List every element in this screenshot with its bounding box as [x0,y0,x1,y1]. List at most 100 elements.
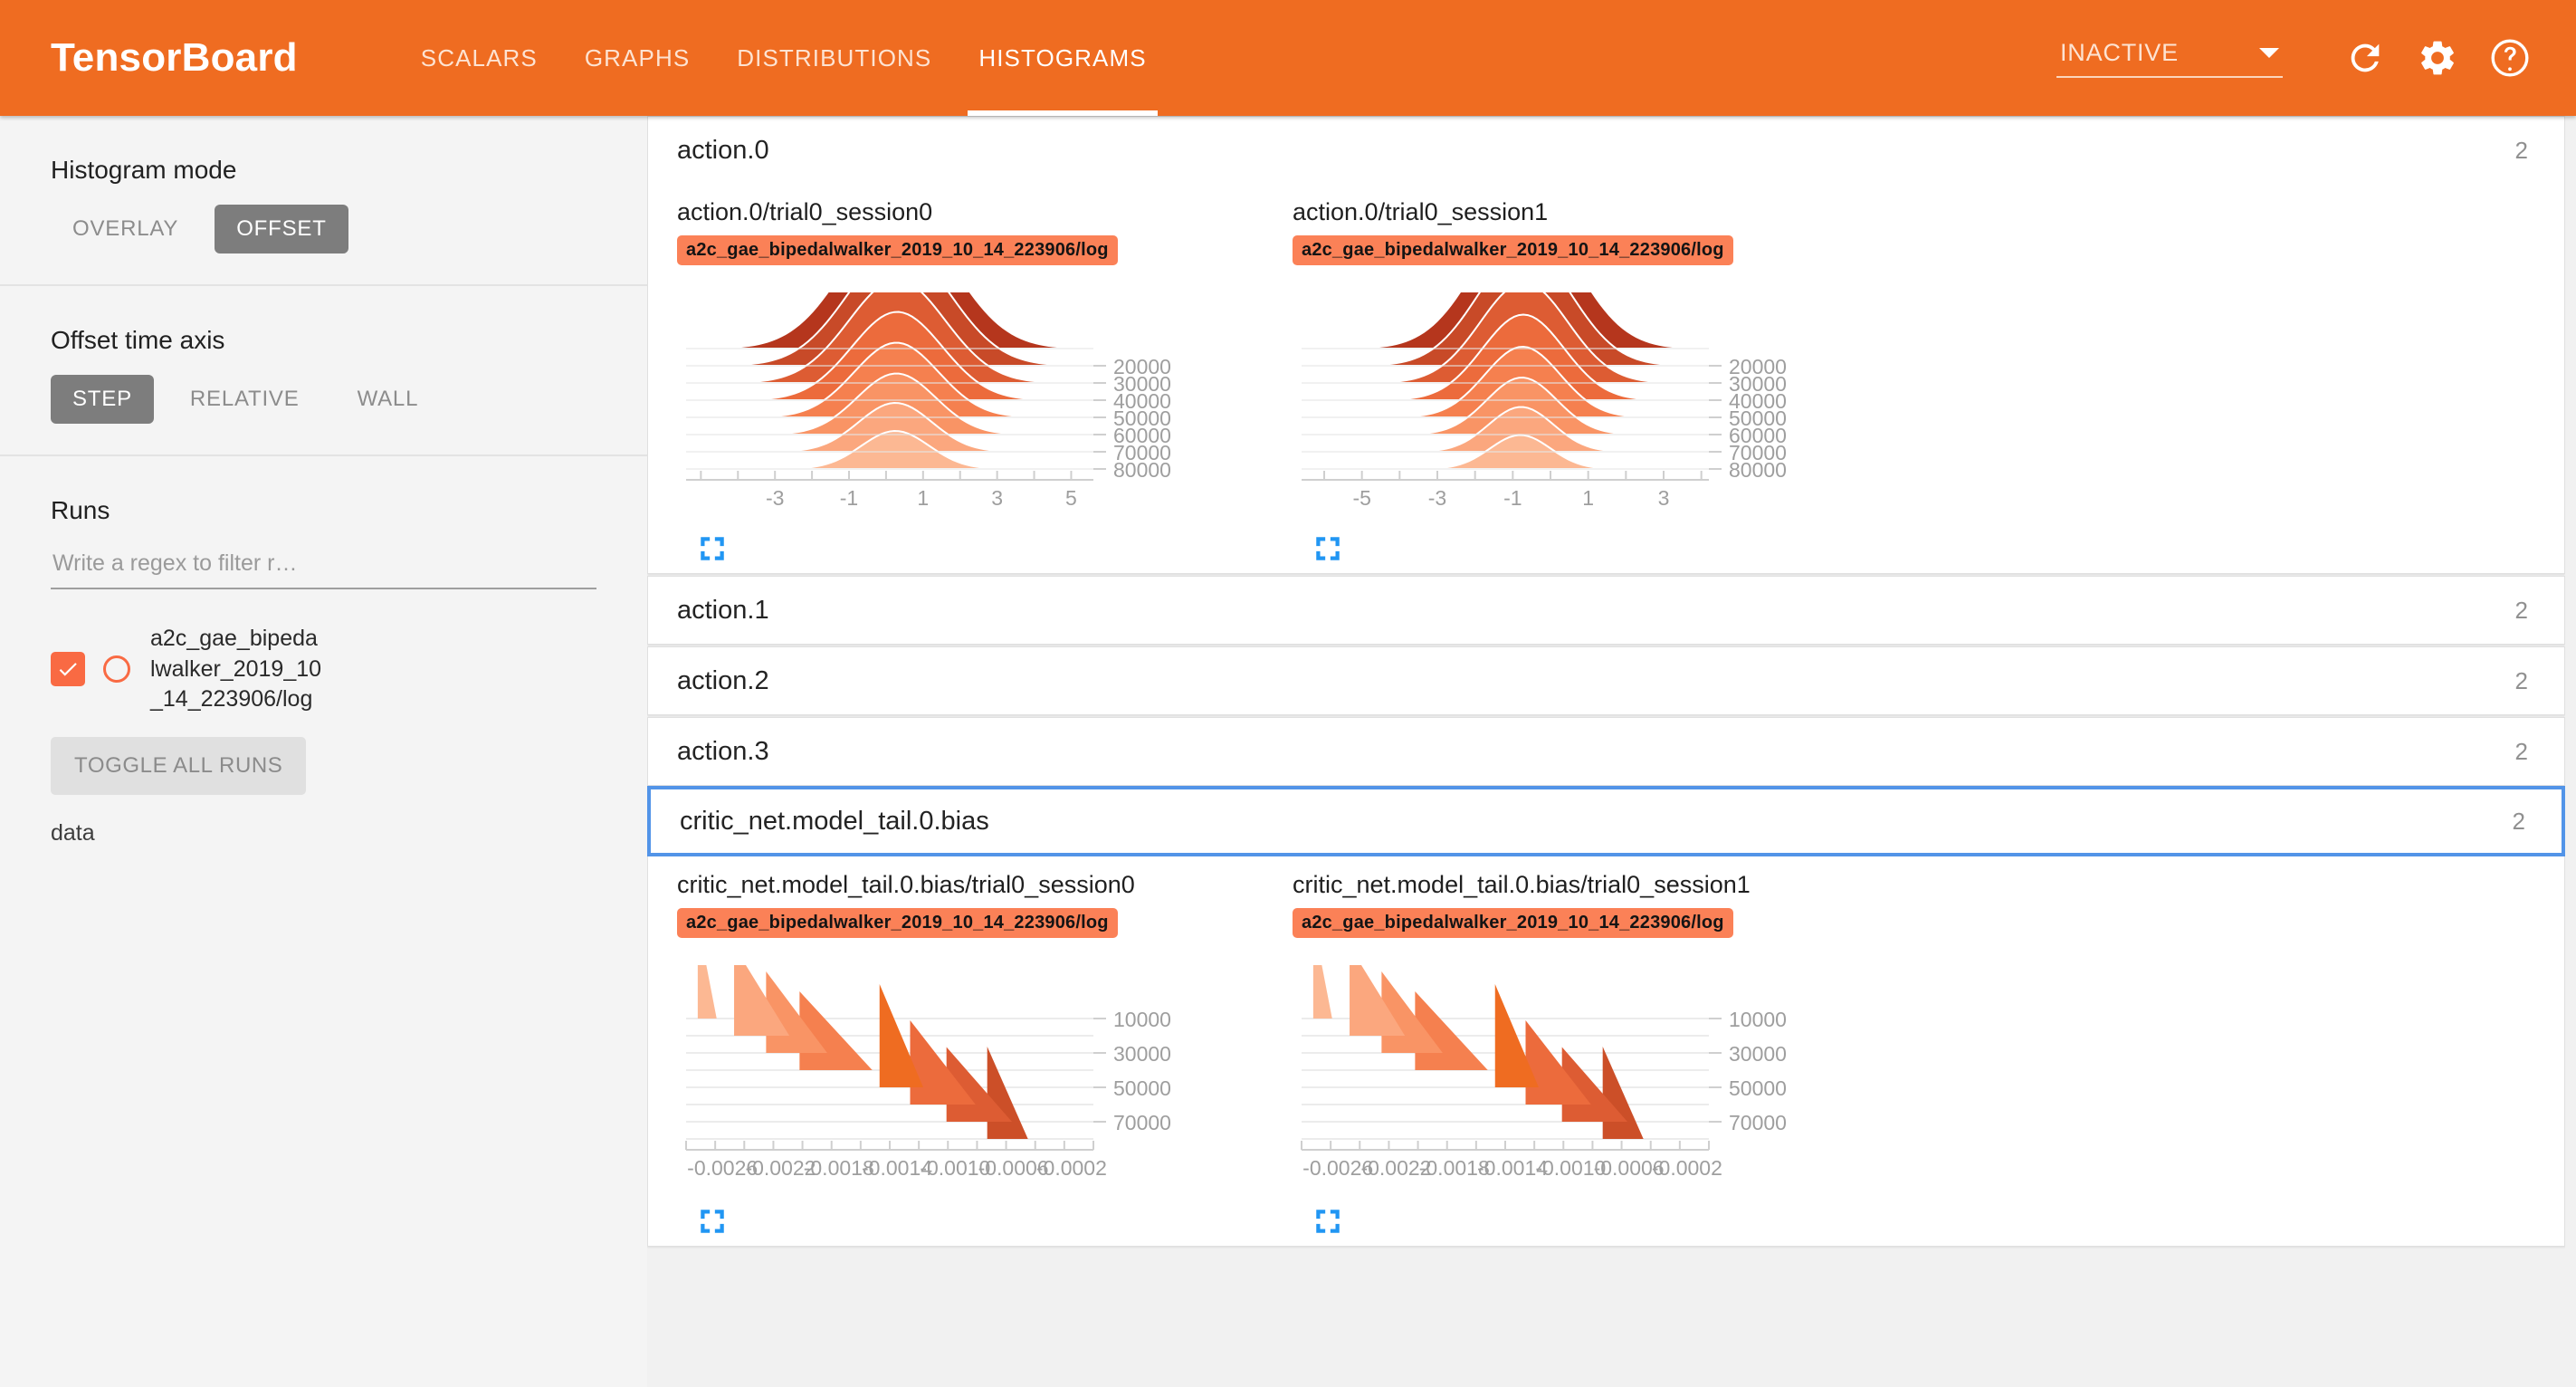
svg-text:-5: -5 [1352,486,1370,510]
svg-text:1: 1 [1582,486,1594,510]
sidebar: Histogram mode OVERLAY OFFSET Offset tim… [0,116,647,1387]
tab-scalars[interactable]: SCALARS [397,0,561,116]
tab-graphs[interactable]: GRAPHS [561,0,713,116]
card-body-critic-net-bias: critic_net.model_tail.0.bias/trial0_sess… [647,856,2565,1247]
card-title: critic_net.model_tail.0.bias [680,807,989,837]
svg-text:1: 1 [917,486,929,510]
chart-critic-bias-session0: critic_net.model_tail.0.bias/trial0_sess… [648,871,1264,1237]
app-body: Histogram mode OVERLAY OFFSET Offset tim… [0,116,2576,1387]
svg-text:10000: 10000 [1729,1008,1787,1031]
svg-text:50000: 50000 [1729,1076,1787,1100]
run-color-indicator[interactable] [103,655,130,683]
chart-action-0-session0: action.0/trial0_session0 a2c_gae_bipedal… [648,198,1264,564]
run-label: a2c_gae_bipedalwalker_2019_10_14_223906/… [150,624,322,715]
chevron-down-icon [2259,48,2279,58]
app-header: TensorBoard SCALARS GRAPHS DISTRIBUTIONS… [0,0,2576,116]
reload-status-dropdown[interactable]: INACTIVE [2056,39,2283,78]
card-header-action-0[interactable]: action.0 2 [648,117,2564,184]
help-button[interactable] [2482,30,2538,86]
svg-text:-3: -3 [1428,486,1446,510]
offset-time-axis-section: Offset time axis STEP RELATIVE WALL [0,286,647,456]
card-header-action-1[interactable]: action.1 2 [648,577,2564,644]
chart-run-chip: a2c_gae_bipedalwalker_2019_10_14_223906/… [1293,235,1733,265]
toggle-all-runs-button[interactable]: TOGGLE ALL RUNS [51,737,306,795]
runs-filter-input[interactable] [51,545,596,589]
svg-text:10000: 10000 [1113,1008,1171,1031]
chart-run-chip: a2c_gae_bipedalwalker_2019_10_14_223906/… [677,908,1118,938]
nav-tabs: SCALARS GRAPHS DISTRIBUTIONS HISTOGRAMS [397,0,1170,116]
svg-text:50000: 50000 [1113,1076,1171,1100]
card-title: action.3 [677,737,769,767]
chart-title: critic_net.model_tail.0.bias/trial0_sess… [1293,871,1879,899]
svg-text:-1: -1 [1503,486,1522,510]
svg-text:-3: -3 [766,486,784,510]
fullscreen-icon [1312,533,1343,564]
histogram-mode-section: Histogram mode OVERLAY OFFSET [0,116,647,286]
svg-text:30000: 30000 [1729,1042,1787,1066]
card-header-action-2[interactable]: action.2 2 [648,647,2564,714]
svg-text:3: 3 [991,486,1003,510]
reload-status-label: INACTIVE [2060,39,2228,67]
card-count: 2 [2515,597,2528,625]
chart-title: action.0/trial0_session1 [1293,198,1879,226]
fullscreen-icon [697,533,728,564]
svg-text:80000: 80000 [1729,458,1787,482]
run-item: a2c_gae_bipedalwalker_2019_10_14_223906/… [51,624,596,715]
fullscreen-button[interactable] [697,1206,1264,1237]
chart-action-0-session1: action.0/trial0_session1 a2c_gae_bipedal… [1264,198,1879,564]
run-checkbox[interactable] [51,652,85,686]
card-action-1: action.1 2 [647,576,2565,645]
gear-icon [2417,37,2458,79]
header-actions: INACTIVE [2056,30,2576,86]
svg-text:5: 5 [1065,486,1077,510]
card-count: 2 [2515,738,2528,766]
main-content: action.0 2 action.0/trial0_session0 a2c_… [647,116,2576,1387]
chart-title: action.0/trial0_session0 [677,198,1264,226]
tab-histograms[interactable]: HISTOGRAMS [955,0,1169,116]
ridge-plot-svg: 20000300004000050000600007000080000-3-11… [677,292,1256,519]
card-count: 2 [2515,137,2528,165]
help-icon [2488,36,2532,80]
plot-canvas[interactable]: 10000300005000070000-0.0026-0.0022-0.001… [677,965,1264,1191]
chart-area-critic-net-bias: critic_net.model_tail.0.bias/trial0_sess… [648,856,2564,1246]
offset-time-axis-title: Offset time axis [51,326,596,355]
time-axis-wall[interactable]: WALL [336,375,441,424]
card-header-action-3[interactable]: action.3 2 [648,718,2564,785]
svg-text:80000: 80000 [1113,458,1171,482]
histogram-mode-offset[interactable]: OFFSET [215,205,348,253]
fullscreen-icon [697,1206,728,1237]
plot-canvas[interactable]: 20000300004000050000600007000080000-5-3-… [1293,292,1879,519]
spike-plot-svg: 10000300005000070000-0.0026-0.0022-0.001… [1293,965,1872,1191]
fullscreen-icon [1312,1206,1343,1237]
refresh-icon [2344,37,2386,79]
svg-text:70000: 70000 [1729,1111,1787,1134]
plot-canvas[interactable]: 10000300005000070000-0.0026-0.0022-0.001… [1293,965,1879,1191]
runs-section: Runs a2c_gae_bipedalwalker_2019_10_14_22… [0,456,647,877]
settings-button[interactable] [2409,30,2466,86]
vertical-scrollbar[interactable] [2565,116,2576,1387]
chart-area-action-0: action.0/trial0_session0 a2c_gae_bipedal… [648,184,2564,573]
histogram-mode-title: Histogram mode [51,156,596,185]
time-axis-relative[interactable]: RELATIVE [168,375,321,424]
fullscreen-button[interactable] [1312,1206,1879,1237]
ridge-plot-svg: 20000300004000050000600007000080000-5-3-… [1293,292,1872,519]
card-title: action.2 [677,666,769,696]
chart-title: critic_net.model_tail.0.bias/trial0_sess… [677,871,1264,899]
plot-canvas[interactable]: 20000300004000050000600007000080000-3-11… [677,292,1264,519]
svg-text:3: 3 [1658,486,1670,510]
runs-title: Runs [51,496,596,525]
refresh-button[interactable] [2337,30,2393,86]
fullscreen-button[interactable] [697,533,1264,564]
time-axis-step[interactable]: STEP [51,375,154,424]
chart-run-chip: a2c_gae_bipedalwalker_2019_10_14_223906/… [1293,908,1733,938]
app-title: TensorBoard [51,35,298,81]
data-label: data [51,820,596,847]
chart-critic-bias-session1: critic_net.model_tail.0.bias/trial0_sess… [1264,871,1879,1237]
tab-distributions[interactable]: DISTRIBUTIONS [713,0,955,116]
svg-text:30000: 30000 [1113,1042,1171,1066]
histogram-mode-options: OVERLAY OFFSET [51,205,596,253]
card-header-critic-net-bias[interactable]: critic_net.model_tail.0.bias 2 [651,789,2562,853]
card-title: action.1 [677,596,769,626]
histogram-mode-overlay[interactable]: OVERLAY [51,205,200,253]
fullscreen-button[interactable] [1312,533,1879,564]
